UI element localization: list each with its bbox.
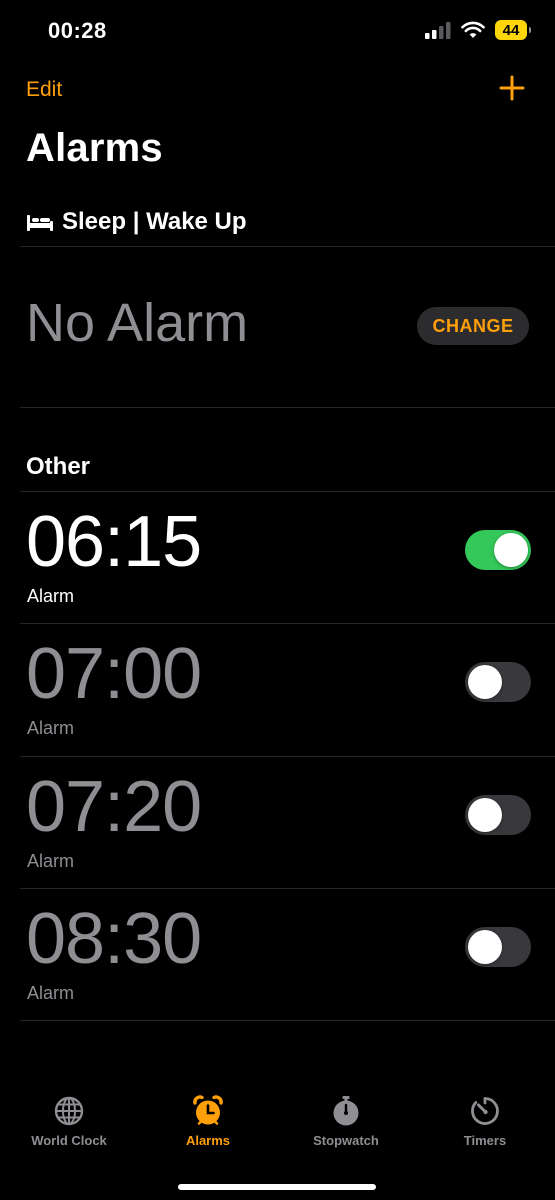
alarm-row[interactable]: 07:20 Alarm xyxy=(0,757,555,889)
alarm-label: Alarm xyxy=(27,718,75,738)
battery-icon: 44 xyxy=(495,20,531,40)
globe-icon xyxy=(54,1096,84,1126)
sleep-wake-title: Sleep | Wake Up xyxy=(62,208,247,235)
alarm-toggle[interactable] xyxy=(465,927,531,967)
sleep-wake-header: Sleep | Wake Up xyxy=(26,208,247,236)
alarm-toggle[interactable] xyxy=(465,795,531,835)
alarm-row[interactable]: 07:00 Alarm xyxy=(0,624,555,756)
alarm-label: Alarm xyxy=(27,983,75,1003)
alarm-row[interactable]: 08:30 Alarm xyxy=(0,889,555,1021)
change-button[interactable]: CHANGE xyxy=(417,307,529,345)
wifi-icon xyxy=(461,21,485,38)
toggle-knob xyxy=(468,665,502,699)
stopwatch-icon xyxy=(333,1096,359,1126)
toggle-knob xyxy=(494,533,528,567)
alarm-row[interactable]: 06:15 Alarm xyxy=(0,492,555,624)
plus-icon[interactable] xyxy=(499,75,525,101)
alarm-time: 06:15 xyxy=(26,502,202,582)
home-indicator xyxy=(178,1184,376,1190)
alarm-label: Alarm xyxy=(27,851,75,871)
tab-label: Alarms xyxy=(185,1133,231,1148)
status-time: 00:28 xyxy=(48,18,107,43)
divider xyxy=(20,1020,555,1021)
tab-label: Timers xyxy=(463,1133,507,1148)
tab-bar: World Clock Alarms Stopwatch Timers xyxy=(0,1095,555,1165)
tab-world-clock[interactable]: World Clock xyxy=(0,1095,138,1148)
page-title: Alarms xyxy=(26,126,163,170)
alarm-time: 08:30 xyxy=(26,899,202,979)
alarm-toggle[interactable] xyxy=(465,662,531,702)
timer-icon xyxy=(471,1097,499,1125)
divider xyxy=(20,407,555,408)
toggle-knob xyxy=(468,930,502,964)
cellular-signal-icon xyxy=(425,22,451,39)
alarm-toggle[interactable] xyxy=(465,530,531,570)
tab-label: World Clock xyxy=(31,1133,107,1148)
toggle-knob xyxy=(468,798,502,832)
tab-timers[interactable]: Timers xyxy=(416,1095,554,1148)
tab-alarms[interactable]: Alarms xyxy=(139,1095,277,1148)
alarm-clock-icon xyxy=(193,1095,223,1125)
alarm-label: Alarm xyxy=(27,586,75,606)
divider xyxy=(20,246,555,247)
alarm-time: 07:20 xyxy=(26,767,202,847)
sleep-alarm-value: No Alarm xyxy=(26,293,249,353)
alarm-time: 07:00 xyxy=(26,634,202,714)
tab-label: Stopwatch xyxy=(313,1133,379,1148)
other-section-header: Other xyxy=(26,453,91,480)
status-indicators: 44 xyxy=(425,20,531,40)
edit-button[interactable]: Edit xyxy=(26,78,62,102)
bed-icon xyxy=(27,215,53,231)
tab-stopwatch[interactable]: Stopwatch xyxy=(277,1095,415,1148)
battery-level: 44 xyxy=(502,21,520,39)
